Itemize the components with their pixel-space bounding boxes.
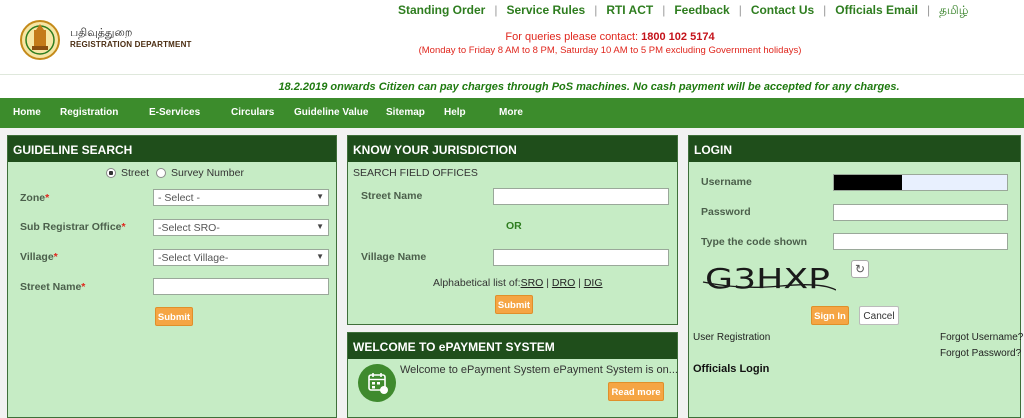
- sro-label: Sub Registrar Office*: [20, 221, 126, 233]
- calendar-payment-icon: [358, 364, 396, 402]
- notice-text: 18.2.2019 onwards Citizen can pay charge…: [278, 81, 900, 93]
- cancel-button[interactable]: Cancel: [859, 306, 899, 325]
- jurisdiction-village-label: Village Name: [361, 251, 427, 263]
- jurisdiction-submit-button[interactable]: Submit: [495, 295, 533, 314]
- link-sro-list[interactable]: SRO: [521, 277, 544, 289]
- nav-sitemap[interactable]: Sitemap: [386, 107, 425, 118]
- epayment-panel-title: WELCOME TO ePAYMENT SYSTEM: [348, 333, 677, 359]
- username-label: Username: [701, 176, 752, 188]
- jurisdiction-street-label: Street Name: [361, 190, 423, 202]
- nav-more[interactable]: More: [499, 107, 523, 118]
- logo-tamil-text: பதிவுத்துறை: [70, 27, 133, 39]
- or-divider: OR: [506, 220, 522, 232]
- officials-login-link[interactable]: Officials Login: [693, 363, 769, 375]
- jurisdiction-village-input[interactable]: [493, 249, 669, 266]
- username-redacted-value: [834, 175, 902, 190]
- link-tamil-language[interactable]: தமிழ்: [939, 3, 968, 17]
- contact-phone: 1800 102 5174: [641, 31, 715, 43]
- forgot-password-link[interactable]: Forgot Password?: [940, 348, 1021, 359]
- captcha-label: Type the code shown: [701, 236, 807, 248]
- svg-text:G3HXP: G3HXP: [705, 262, 830, 295]
- notice-bar: 18.2.2019 onwards Citizen can pay charge…: [0, 74, 1024, 98]
- chevron-down-icon: ▼: [316, 252, 324, 261]
- nav-guideline-value[interactable]: Guideline Value: [294, 107, 368, 118]
- street-name-input[interactable]: [153, 278, 329, 295]
- guideline-search-panel: GUIDELINE SEARCH Street Survey Number Zo…: [7, 135, 337, 418]
- epayment-text: Welcome to ePayment System ePayment Syst…: [400, 364, 678, 376]
- radio-survey-label: Survey Number: [171, 167, 244, 179]
- logo-english-text: REGISTRATION DEPARTMENT: [70, 40, 192, 49]
- chevron-down-icon: ▼: [316, 192, 324, 201]
- sign-in-button[interactable]: Sign In: [811, 306, 849, 325]
- password-label: Password: [701, 206, 751, 218]
- nav-help[interactable]: Help: [444, 107, 466, 118]
- jurisdiction-street-input[interactable]: [493, 188, 669, 205]
- jurisdiction-panel: KNOW YOUR JURISDICTION SEARCH FIELD OFFI…: [347, 135, 678, 325]
- nav-home[interactable]: Home: [13, 107, 41, 118]
- zone-label: Zone*: [20, 192, 50, 204]
- street-name-label: Street Name*: [20, 281, 86, 293]
- chevron-down-icon: ▼: [316, 222, 324, 231]
- username-input[interactable]: [833, 174, 1008, 191]
- contact-prefix: For queries please contact:: [505, 31, 639, 43]
- contact-hours: (Monday to Friday 8 AM to 8 PM, Saturday…: [418, 45, 802, 56]
- radio-survey-number[interactable]: [156, 168, 166, 178]
- contact-line: For queries please contact: 1800 102 517…: [380, 31, 840, 43]
- login-panel: LOGIN Username Password Type the code sh…: [688, 135, 1023, 418]
- link-contact-us[interactable]: Contact Us: [751, 3, 814, 17]
- nav-registration[interactable]: Registration: [60, 107, 118, 118]
- top-links: Standing Order | Service Rules | RTI ACT | Fee…: [398, 3, 969, 17]
- alphabetical-list: Alphabetical list of:SRO | DRO | DIG: [433, 277, 603, 289]
- radio-street-label: Street: [121, 167, 150, 179]
- search-field-offices-text: SEARCH FIELD OFFICES: [353, 167, 478, 179]
- jurisdiction-panel-title: KNOW YOUR JURISDICTION: [348, 136, 677, 162]
- guideline-panel-title: GUIDELINE SEARCH: [8, 136, 336, 162]
- tamilnadu-emblem-icon: [20, 20, 60, 60]
- login-panel-title: LOGIN: [689, 136, 1020, 162]
- village-label: Village*: [20, 251, 58, 263]
- link-rti-act[interactable]: RTI ACT: [606, 3, 653, 17]
- village-select[interactable]: -Select Village- ▼: [153, 249, 329, 266]
- radio-street[interactable]: [106, 168, 116, 178]
- main-nav: Home Registration E-Services Circulars G…: [0, 98, 1024, 128]
- guideline-submit-button[interactable]: Submit: [155, 307, 193, 326]
- link-service-rules[interactable]: Service Rules: [506, 3, 585, 17]
- zone-select[interactable]: - Select - ▼: [153, 189, 329, 206]
- site-header: பதிவுத்துறை REGISTRATION DEPARTMENT Stan…: [0, 0, 1024, 74]
- user-registration-link[interactable]: User Registration: [693, 332, 770, 343]
- password-input[interactable]: [833, 204, 1008, 221]
- captcha-input[interactable]: [833, 233, 1008, 250]
- sro-select[interactable]: -Select SRO- ▼: [153, 219, 329, 236]
- link-dro-list[interactable]: DRO: [552, 277, 575, 289]
- nav-e-services[interactable]: E-Services: [149, 107, 200, 118]
- nav-circulars[interactable]: Circulars: [231, 107, 274, 118]
- link-feedback[interactable]: Feedback: [674, 3, 729, 17]
- read-more-button[interactable]: Read more: [608, 382, 664, 401]
- link-officials-email[interactable]: Officials Email: [835, 3, 918, 17]
- refresh-captcha-icon[interactable]: ↻: [851, 260, 869, 278]
- epayment-panel: WELCOME TO ePAYMENT SYSTEM Welcome to eP…: [347, 332, 678, 418]
- link-standing-order[interactable]: Standing Order: [398, 3, 485, 17]
- forgot-username-link[interactable]: Forgot Username?: [940, 332, 1023, 343]
- link-dig-list[interactable]: DIG: [584, 277, 603, 289]
- captcha-image: G3HXP: [702, 262, 836, 295]
